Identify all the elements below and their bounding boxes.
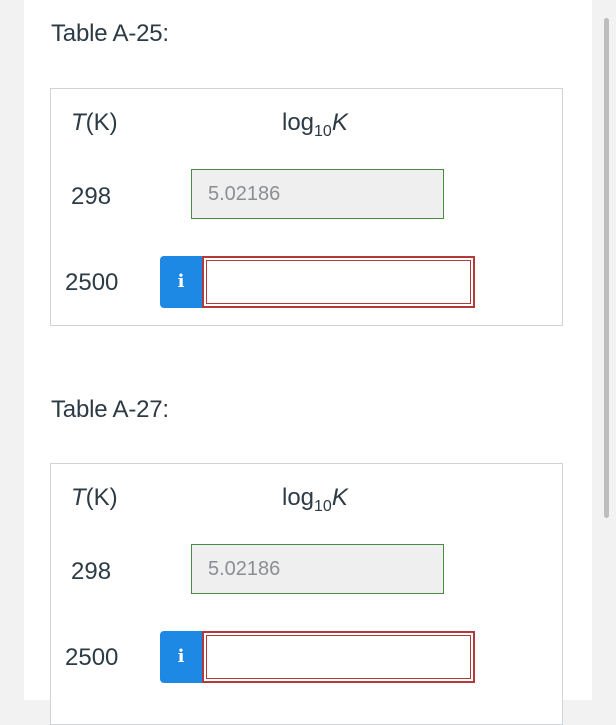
info-icon[interactable]: i <box>160 631 202 683</box>
row-temp-298: 298 <box>71 558 112 585</box>
table-a25-heading: Table A-25: <box>51 20 169 47</box>
row-temp-2500: 2500 <box>65 644 119 671</box>
answer-input[interactable] <box>202 631 475 683</box>
answer-input[interactable] <box>202 256 475 308</box>
row-temp-298: 298 <box>71 183 112 210</box>
table-a27-panel: T(K) log10K 298 5.02186 2500 i <box>50 463 563 725</box>
given-value-field: 5.02186 <box>191 169 444 219</box>
table-a27-heading: Table A-27: <box>51 396 169 423</box>
col-log10k-header: log10K <box>282 109 348 140</box>
row-temp-2500: 2500 <box>65 269 119 296</box>
content-page: Table A-25: T(K) log10K 298 5.02186 2500… <box>24 0 592 725</box>
scrollbar[interactable] <box>604 18 609 518</box>
table-a25-panel: T(K) log10K 298 5.02186 2500 i <box>50 88 563 326</box>
col-log10k-header: log10K <box>282 484 348 515</box>
info-icon[interactable]: i <box>160 256 202 308</box>
col-temperature-header: T(K) <box>71 484 118 511</box>
given-value-field: 5.02186 <box>191 544 444 594</box>
col-temperature-header: T(K) <box>71 109 118 136</box>
